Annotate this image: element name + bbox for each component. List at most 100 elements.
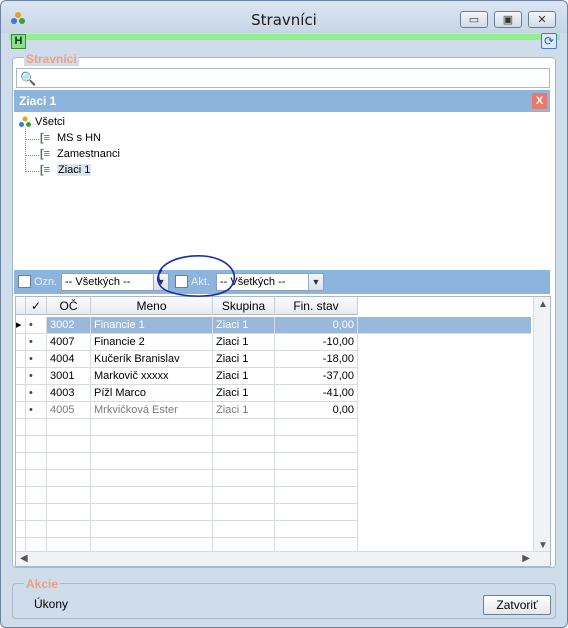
empty-cell [16,436,26,453]
cell-fin-stav: 0,00 [275,317,358,334]
cell-fin-stav: -10,00 [275,334,358,351]
cell-skupina: Ziaci 1 [213,385,275,402]
tree-line [25,155,39,156]
table-row[interactable]: • 4003 Pížl Marco Ziaci 1 -41,00 [16,385,358,402]
empty-table-row [16,504,358,521]
tree-item-selected[interactable]: [≡ Ziaci 1 [40,164,92,176]
chevron-down-icon[interactable]: ▼ [308,274,323,290]
row-bullet: • [26,317,47,334]
empty-cell [16,419,26,436]
group-label: Stravníci [24,52,79,66]
table-row[interactable]: • 4004 Kučerík Branislav Ziaci 1 -18,00 [16,351,358,368]
scroll-right-icon[interactable]: ▶ [522,553,530,564]
column-header-meno[interactable]: Meno [91,297,213,315]
table-row[interactable]: • 4005 Mrkvičková Ester Ziaci 1 0,00 [16,402,358,419]
row-selector [16,351,26,368]
cell-meno: Kučerík Branislav [91,351,213,368]
table-row[interactable]: ▸ • 3002 Financie 1 Ziaci 1 0,00 [16,317,531,334]
refresh-icon[interactable]: ⟳ [541,33,557,49]
column-header-oc[interactable]: OČ [47,297,91,315]
row-selector [16,334,26,351]
akt-checkbox[interactable] [175,275,188,288]
empty-cell [91,487,213,504]
empty-cell [91,521,213,538]
minimize-button[interactable]: ▭ [460,11,488,28]
empty-cell [26,453,47,470]
cell-oc: 4007 [47,334,91,351]
ozn-select-value: -- Všetkých -- [65,276,131,288]
clear-filter-button[interactable]: X [532,93,547,109]
cell-skupina: Ziaci 1 [213,402,275,419]
app-window: Stravníci ▭ ▣ ✕ H ⟳ Stravníci 🔍 Ziaci 1 … [0,0,568,628]
akt-select[interactable]: -- Všetkých -- ▼ [216,273,324,291]
list-icon: [≡ [40,164,51,176]
table-row[interactable]: • 3001 Markovič xxxxx Ziaci 1 -37,00 [16,368,358,385]
empty-cell [47,487,91,504]
scroll-left-icon[interactable]: ◀ [20,553,28,564]
empty-cell [16,487,26,504]
empty-cell [26,419,47,436]
title-bar[interactable]: Stravníci ▭ ▣ ✕ [1,1,567,33]
row-pointer-icon: ▸ [16,317,26,334]
empty-table-row [16,453,358,470]
cell-oc: 3002 [47,317,91,334]
row-bullet: • [26,402,47,419]
scroll-up-icon[interactable]: ▲ [538,299,548,310]
tree-item[interactable]: [≡ Zamestnanci [40,148,120,160]
empty-table-row [16,521,358,538]
column-header-fin-stav[interactable]: Fin. stav [275,297,358,315]
group-tree: Všetci [≡ MS s HN [≡ Zamestnanci [≡ Ziac… [14,112,550,269]
ozn-label: Ozn. [34,276,58,288]
empty-cell [213,487,275,504]
tree-item-label: Ziaci 1 [57,164,92,176]
empty-cell [47,470,91,487]
cell-oc: 4005 [47,402,91,419]
empty-cell [47,419,91,436]
horizontal-scrollbar[interactable]: ◀ ▶ [16,551,550,566]
cell-skupina: Ziaci 1 [213,351,275,368]
cell-meno: Pížl Marco [91,385,213,402]
empty-cell [213,453,275,470]
search-icon: 🔍 [20,71,37,86]
row-selector [16,402,26,419]
search-input[interactable]: 🔍 [16,68,550,88]
cell-oc: 4003 [47,385,91,402]
tree-item[interactable]: [≡ MS s HN [40,132,101,144]
cell-fin-stav: -37,00 [275,368,358,385]
vertical-scrollbar[interactable]: ▲ ▼ [533,297,550,553]
empty-cell [47,436,91,453]
group-icon [19,116,31,127]
maximize-button[interactable]: ▣ [494,11,522,28]
akcie-group [12,583,556,619]
close-button[interactable]: Zatvoriť [483,595,551,615]
ozn-checkbox[interactable] [18,275,31,288]
empty-cell [47,453,91,470]
empty-cell [213,436,275,453]
list-icon: [≡ [40,132,51,144]
empty-cell [275,453,358,470]
tree-root[interactable]: Všetci [18,116,65,128]
table-row[interactable]: • 4007 Financie 2 Ziaci 1 -10,00 [16,334,358,351]
check-column-header[interactable]: ✓ [26,297,47,315]
close-icon: ✕ [537,14,547,26]
tree-item-label: MS s HN [57,132,101,144]
h-button[interactable]: H [11,34,26,49]
close-window-button[interactable]: ✕ [528,11,556,28]
column-header-skupina[interactable]: Skupina [213,297,275,315]
ukony-menu[interactable]: Úkony [34,597,68,611]
cell-oc: 4004 [47,351,91,368]
grid-filter-bar: Ozn. -- Všetkých -- ▼ Akt. -- Všetkých -… [14,270,550,294]
empty-cell [275,470,358,487]
empty-cell [47,521,91,538]
ozn-select[interactable]: -- Všetkých -- ▼ [61,273,169,291]
cell-fin-stav: 0,00 [275,402,358,419]
scroll-down-icon[interactable]: ▼ [538,540,548,551]
chevron-down-icon[interactable]: ▼ [153,274,168,290]
akcie-label: Akcie [24,577,61,591]
empty-cell [26,470,47,487]
cell-meno: Financie 1 [91,317,213,334]
row-selector-header [16,297,26,315]
empty-cell [275,521,358,538]
empty-cell [26,504,47,521]
filter-header: Ziaci 1 [14,90,550,112]
